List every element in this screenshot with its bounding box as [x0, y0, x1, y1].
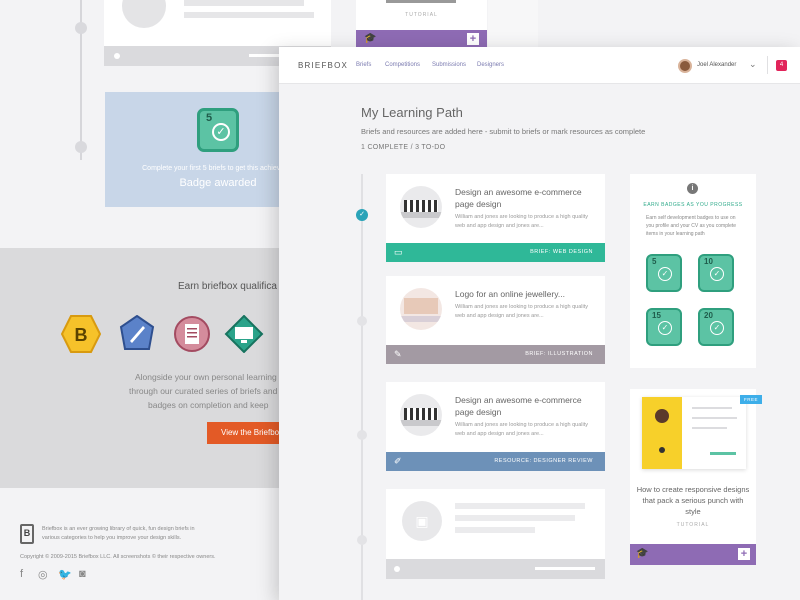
page-title: My Learning Path: [361, 105, 463, 120]
instagram-icon[interactable]: ◙: [79, 568, 86, 580]
card-title[interactable]: Logo for an online jewellery...: [455, 288, 595, 300]
timeline-dot: [75, 22, 87, 34]
nav-link-designers[interactable]: Designers: [477, 62, 504, 68]
badge-20-icon: 20 ✓: [698, 308, 734, 346]
badge-15-icon: 15 ✓: [646, 308, 682, 346]
card-category-bar: ✐ RESOURCE: DESIGNER REVIEW: [386, 452, 605, 471]
badge-5-icon: 5 ✓: [646, 254, 682, 292]
briefbox-badge-icon: B: [61, 315, 101, 353]
card-category-bar: ✎ BRIEF: ILLUSTRATION: [386, 345, 605, 364]
badge-5-icon: 5 ✓: [197, 108, 239, 152]
background-tutorial-bar: 🎓 +: [356, 30, 487, 48]
card-description: William and jones are looking to produce…: [455, 304, 588, 319]
badges-heading: EARN BADGES AS YOU PROGRESS: [643, 202, 743, 208]
document-badge-icon: [174, 316, 210, 352]
card-thumbnail: [400, 394, 442, 436]
checkmark-icon: ✓: [212, 123, 230, 141]
svg-text:B: B: [75, 325, 88, 345]
card-category-bar: ▭ BRIEF: WEB DESIGN: [386, 243, 605, 262]
monitor-badge-icon: [224, 315, 264, 353]
add-icon[interactable]: +: [467, 33, 479, 45]
footer-description: Briefbox is an ever growing library of q…: [42, 526, 195, 541]
completed-check-icon: ✓: [356, 209, 368, 221]
qualification-title: Earn briefbox qualifica: [178, 281, 277, 292]
graduation-cap-icon: 🎓: [364, 33, 377, 44]
timeline-dot: [357, 316, 367, 326]
copyright: Copyright © 2009-2015 Briefbox LLC. All …: [20, 554, 216, 560]
timeline-dot: [357, 430, 367, 440]
image-placeholder-icon: [122, 0, 166, 28]
learning-path-window: BRIEFBOX Briefs Competitions Submissions…: [279, 47, 800, 600]
card-category-label: RESOURCE: DESIGNER REVIEW: [494, 458, 593, 464]
nav-link-briefs[interactable]: Briefs: [356, 62, 371, 68]
dribbble-icon[interactable]: ◎: [38, 568, 48, 581]
pen-icon: ✎: [394, 349, 402, 359]
facebook-icon[interactable]: f: [20, 568, 23, 580]
tutorial-title[interactable]: How to create responsive designs that pa…: [636, 484, 750, 517]
badges-description: Earn self development badges to use on y…: [646, 215, 737, 237]
avatar[interactable]: [678, 59, 692, 73]
user-name[interactable]: Joel Alexander: [697, 62, 736, 68]
rocket-badge-icon: [119, 315, 155, 350]
page-subtitle: Briefs and resources are added here - su…: [361, 127, 646, 136]
tutorial-action-bar: 🎓 +: [630, 544, 756, 565]
footer: B Briefbox is an ever growing library of…: [0, 488, 300, 600]
tutorial-preview-image: [642, 397, 746, 469]
learning-item-card[interactable]: Design an awesome e-commerce page design…: [386, 174, 605, 262]
badge-10-icon: 10 ✓: [698, 254, 734, 292]
briefbox-logo: B: [20, 524, 34, 544]
timeline-dot: [357, 535, 367, 545]
card-description: William and jones are looking to produce…: [455, 422, 588, 437]
image-placeholder-icon: ▣: [402, 501, 442, 541]
nav-link-submissions[interactable]: Submissions: [432, 62, 466, 68]
card-category-label: BRIEF: WEB DESIGN: [530, 249, 593, 255]
timeline-dot: [75, 141, 87, 153]
placeholder-card: ▣: [386, 489, 605, 579]
card-category-label: BRIEF: ILLUSTRATION: [525, 351, 593, 357]
info-icon[interactable]: i: [687, 183, 698, 194]
progress-summary: 1 COMPLETE / 3 TO-DO: [361, 144, 446, 151]
badges-panel: i EARN BADGES AS YOU PROGRESS Earn self …: [630, 174, 756, 368]
add-to-path-button[interactable]: +: [738, 548, 750, 560]
brand-logo[interactable]: BRIEFBOX: [298, 61, 348, 70]
tutorial-label: TUTORIAL: [676, 522, 710, 528]
card-thumbnail: [400, 288, 442, 330]
learning-item-card[interactable]: Logo for an online jewellery... William …: [386, 276, 605, 364]
notification-badge[interactable]: 4: [776, 60, 787, 71]
top-nav: BRIEFBOX Briefs Competitions Submissions…: [279, 47, 800, 84]
card-description: William and jones are looking to produce…: [455, 214, 588, 229]
card-title[interactable]: Design an awesome e-commerce page design: [455, 186, 595, 210]
graduation-cap-icon: 🎓: [636, 548, 649, 559]
card-thumbnail: [400, 186, 442, 228]
pencil-icon: ✐: [394, 456, 402, 466]
chevron-down-icon[interactable]: ⌄: [749, 59, 757, 70]
monitor-icon: ▭: [394, 247, 403, 257]
learning-item-card[interactable]: Design an awesome e-commerce page design…: [386, 382, 605, 471]
tutorial-card[interactable]: FREE How to create responsive designs th…: [630, 389, 762, 565]
free-badge: FREE: [739, 395, 762, 404]
twitter-icon[interactable]: 🐦: [58, 568, 72, 581]
nav-link-competitions[interactable]: Competitions: [385, 62, 420, 68]
card-title[interactable]: Design an awesome e-commerce page design: [455, 394, 595, 418]
